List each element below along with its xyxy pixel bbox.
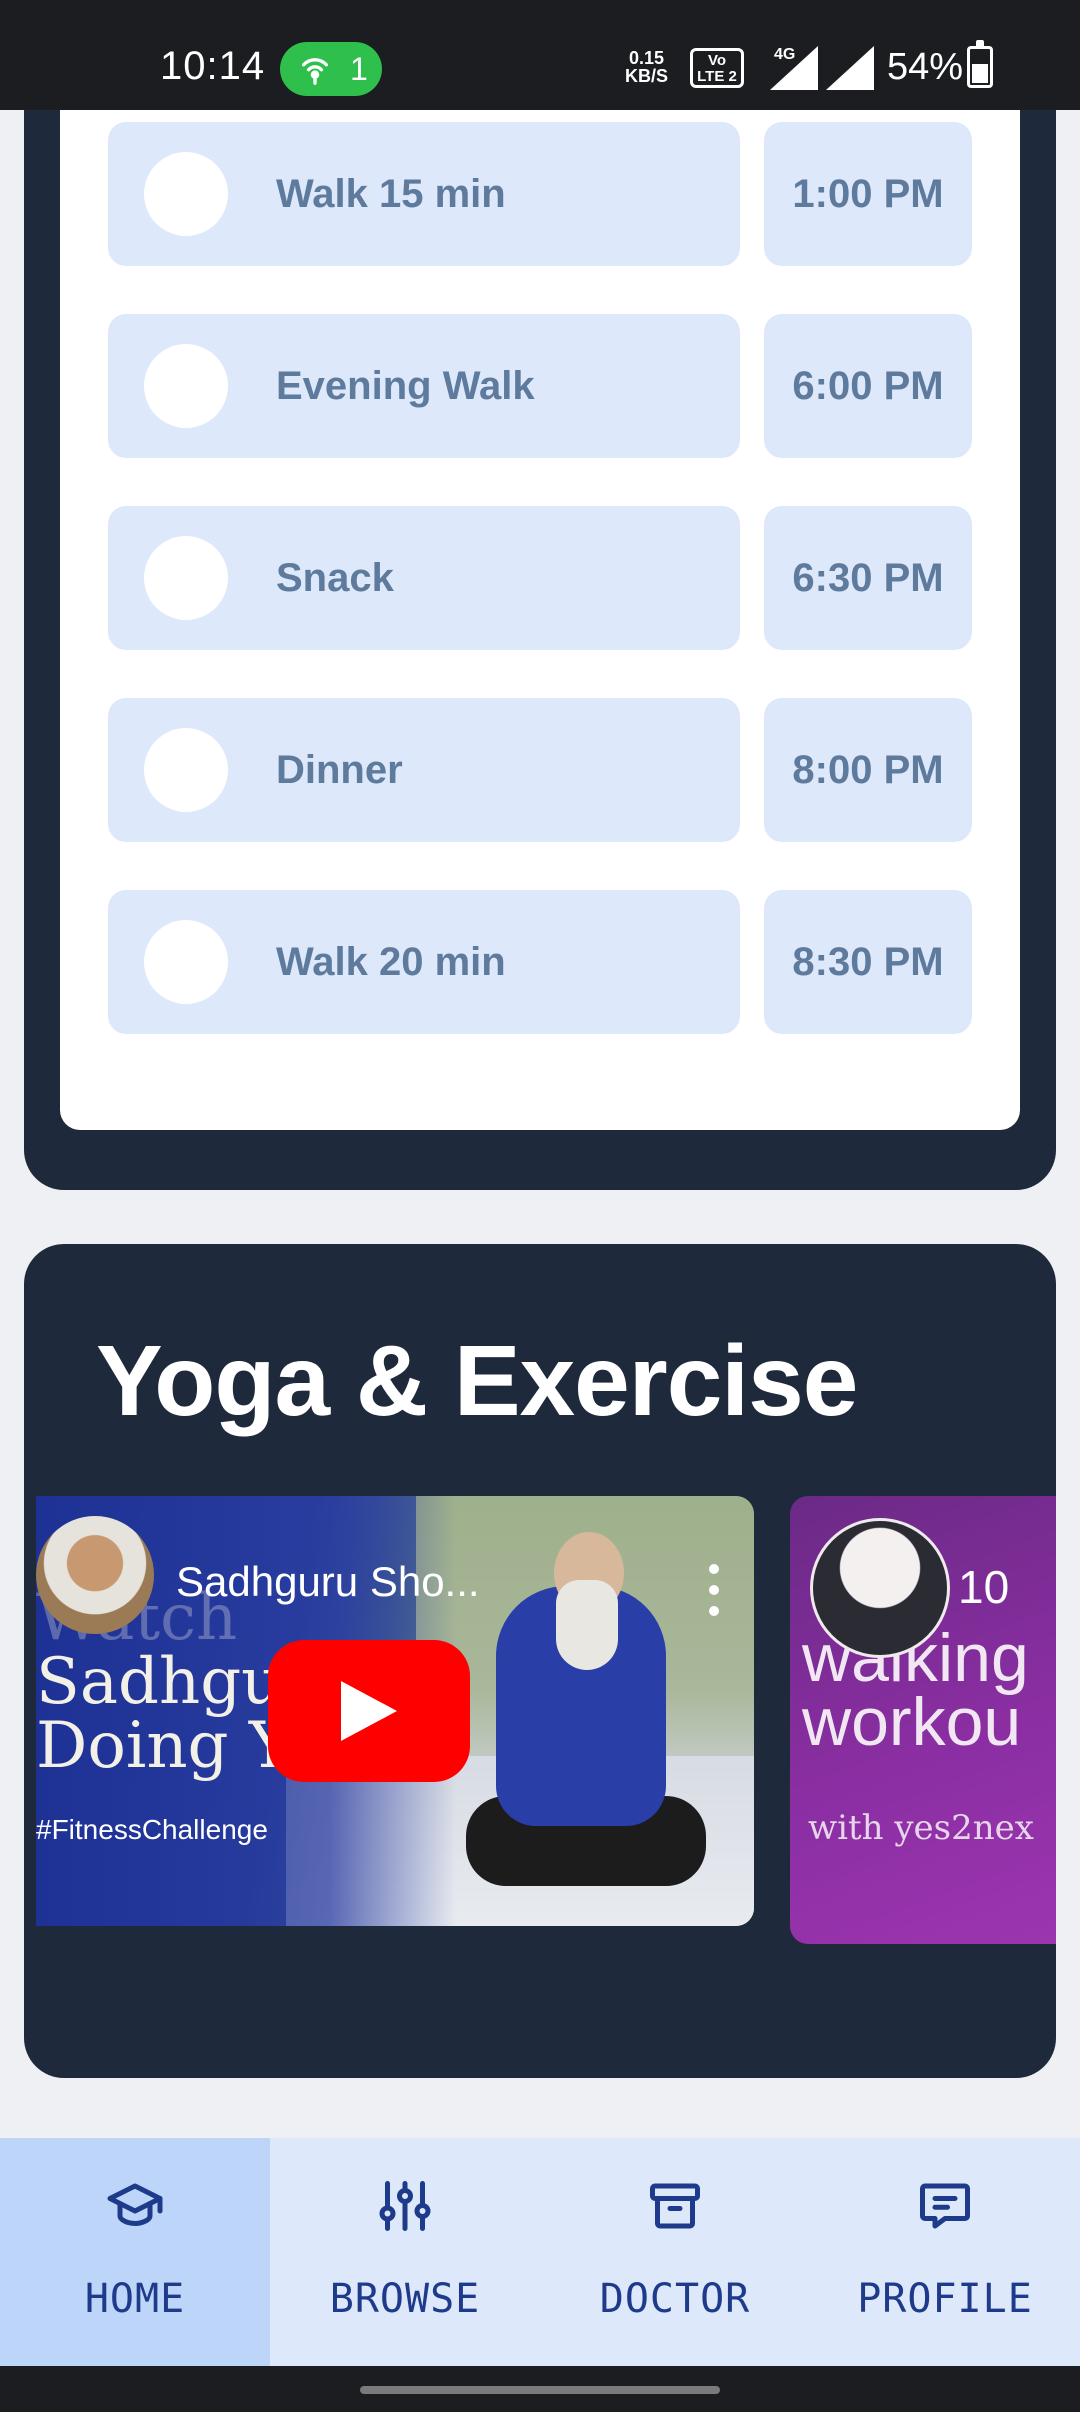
video-title[interactable]: Sadhguru Sho... <box>176 1558 480 1606</box>
nav-label: PROFILE <box>857 2276 1033 2322</box>
video-title[interactable]: 10 <box>958 1560 1009 1614</box>
schedule-item: Walk 20 min 8:30 PM <box>108 890 972 1034</box>
signal-strength-icon <box>770 46 818 90</box>
nav-item-home[interactable]: HOME <box>0 2138 270 2366</box>
task-box[interactable]: Walk 20 min <box>108 890 740 1034</box>
task-box[interactable]: Snack <box>108 506 740 650</box>
volte-top-text: Vo <box>707 52 727 69</box>
task-box[interactable]: Dinner <box>108 698 740 842</box>
task-label: Dinner <box>276 748 403 792</box>
signal-strength-icon-sim2 <box>826 46 874 90</box>
task-label: Snack <box>276 556 394 600</box>
bottom-navigation: HOME BROWSE DOCTOR PROFILE <box>0 2138 1080 2366</box>
more-options-icon[interactable] <box>708 1564 720 1616</box>
sliders-icon <box>379 2181 431 2231</box>
task-label: Evening Walk <box>276 364 535 408</box>
video-thumbnail-walking-workout[interactable]: walking workou with yes2nex 10 <box>790 1496 1056 1944</box>
nav-item-profile[interactable]: PROFILE <box>810 2138 1080 2366</box>
system-gesture-bar <box>0 2366 1080 2412</box>
section-title: Yoga & Exercise <box>96 1325 858 1437</box>
hotspot-count: 1 <box>350 50 368 87</box>
battery-percentage: 54% <box>887 46 964 88</box>
nav-label: BROWSE <box>329 2276 481 2322</box>
volte-icon: Vo LTE 2 <box>690 48 744 88</box>
hotspot-icon <box>301 58 329 85</box>
schedule-item: Evening Walk 6:00 PM <box>108 314 972 458</box>
schedule-item: Snack 6:30 PM <box>108 506 972 650</box>
schedule-item: Walk 15 min 1:00 PM <box>108 122 972 266</box>
task-time: 6:30 PM <box>764 506 972 650</box>
graduation-cap-icon <box>107 2183 163 2226</box>
video-thumbnail-sadhguru[interactable]: Watch Sadhguru Doing Yoga #FitnessChalle… <box>36 1496 754 1926</box>
nav-item-doctor[interactable]: DOCTOR <box>540 2138 810 2366</box>
nav-label: DOCTOR <box>599 2276 751 2322</box>
task-time: 8:30 PM <box>764 890 972 1034</box>
network-speed: 0.15 KB/S <box>625 49 668 85</box>
battery-icon <box>967 40 993 88</box>
network-speed-unit: KB/S <box>625 66 669 86</box>
task-time: 6:00 PM <box>764 314 972 458</box>
thumbnail-hashtag: #FitnessChallenge <box>36 1814 268 1845</box>
task-checkbox[interactable] <box>144 920 228 1004</box>
task-checkbox[interactable] <box>144 152 228 236</box>
play-button[interactable] <box>268 1640 470 1782</box>
schedule-item: Dinner 8:00 PM <box>108 698 972 842</box>
thumbnail-subtitle: with yes2nex <box>808 1808 1034 1848</box>
status-time: 10:14 <box>160 44 266 88</box>
chat-message-icon <box>920 2183 970 2229</box>
task-checkbox[interactable] <box>144 728 228 812</box>
home-indicator[interactable] <box>360 2386 720 2394</box>
volte-bottom-text: LTE 2 <box>697 68 737 85</box>
channel-avatar[interactable] <box>36 1516 154 1634</box>
task-checkbox[interactable] <box>144 344 228 428</box>
status-bar: 10:14 1 0.15 KB/S Vo LTE 2 4G 54% <box>0 0 1080 110</box>
nav-label: HOME <box>84 2276 186 2322</box>
schedule-card: Walk 15 min 1:00 PM Evening Walk 6:00 PM… <box>24 110 1056 1190</box>
channel-avatar[interactable] <box>810 1518 950 1658</box>
yoga-exercise-card: Yoga & Exercise Watch Sadhguru Doing Yog… <box>24 1244 1056 2078</box>
task-box[interactable]: Evening Walk <box>108 314 740 458</box>
network-speed-value: 0.15 <box>628 48 665 68</box>
nav-item-browse[interactable]: BROWSE <box>270 2138 540 2366</box>
play-icon <box>341 1681 397 1741</box>
hotspot-indicator: 1 <box>280 42 382 96</box>
schedule-list: Walk 15 min 1:00 PM Evening Walk 6:00 PM… <box>60 110 1020 1130</box>
task-label: Walk 15 min <box>276 172 506 216</box>
task-checkbox[interactable] <box>144 536 228 620</box>
task-time: 1:00 PM <box>764 122 972 266</box>
archive-box-icon <box>650 2183 700 2229</box>
task-time: 8:00 PM <box>764 698 972 842</box>
task-box[interactable]: Walk 15 min <box>108 122 740 266</box>
task-label: Walk 20 min <box>276 940 506 984</box>
